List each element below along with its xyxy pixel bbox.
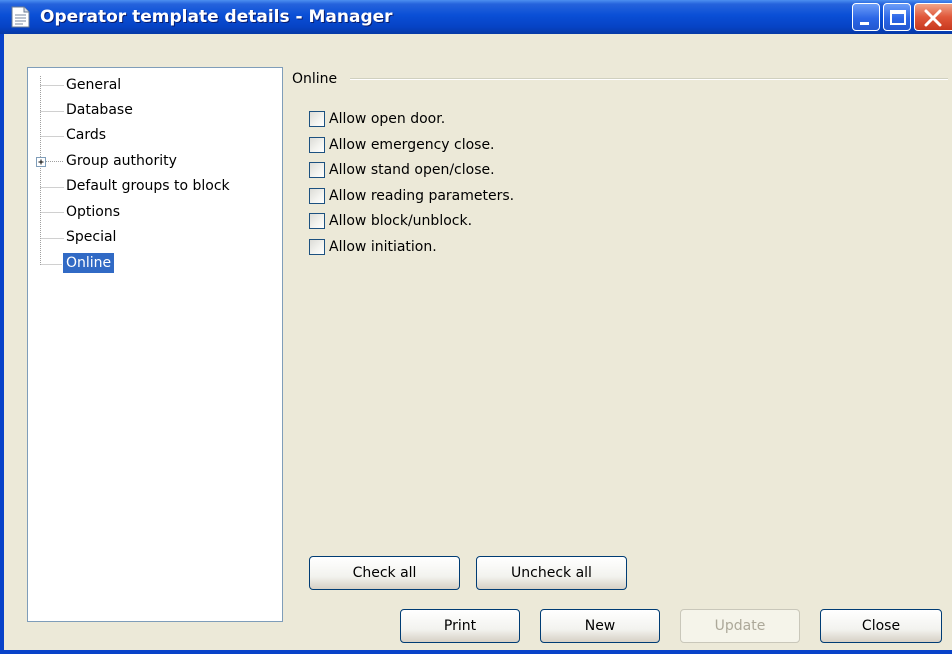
- title-bar[interactable]: Operator template details - Manager: [0, 0, 952, 34]
- tree-item-group-authority[interactable]: Group authority: [66, 151, 177, 171]
- new-button[interactable]: New: [540, 609, 660, 643]
- checkbox-box[interactable]: [309, 162, 325, 178]
- maximize-icon: [890, 10, 906, 25]
- checkbox-label[interactable]: Allow emergency close.: [329, 135, 495, 155]
- minimize-icon: [860, 22, 869, 25]
- update-button[interactable]: Update: [680, 609, 800, 643]
- checkbox-box[interactable]: [309, 188, 325, 204]
- minimize-button[interactable]: [852, 3, 880, 31]
- group-divider: [350, 78, 948, 80]
- tree-item-cards[interactable]: Cards: [66, 125, 106, 145]
- navigation-tree[interactable]: General Database Cards Group authority D…: [27, 67, 283, 622]
- tree-item-database[interactable]: Database: [66, 100, 133, 120]
- tree-item-options[interactable]: Options: [66, 202, 120, 222]
- window-title: Operator template details - Manager: [40, 7, 393, 27]
- online-group-label: Online: [292, 71, 338, 87]
- checkbox-label[interactable]: Allow block/unblock.: [329, 211, 472, 231]
- close-window-button[interactable]: [914, 3, 952, 31]
- checkbox-label[interactable]: Allow stand open/close.: [329, 160, 495, 180]
- document-icon: [11, 6, 30, 28]
- checkbox-label[interactable]: Allow initiation.: [329, 237, 437, 257]
- uncheck-all-button[interactable]: Uncheck all: [476, 556, 627, 590]
- checkbox-label[interactable]: Allow reading parameters.: [329, 186, 514, 206]
- check-all-button[interactable]: Check all: [309, 556, 460, 590]
- maximize-button[interactable]: [883, 3, 911, 31]
- checkbox-box[interactable]: [309, 213, 325, 229]
- window-border-left: [0, 34, 4, 654]
- checkbox-label[interactable]: Allow open door.: [329, 109, 445, 129]
- close-button[interactable]: Close: [820, 609, 942, 643]
- tree-item-online[interactable]: Online: [63, 253, 115, 273]
- tree-item-special[interactable]: Special: [66, 227, 116, 247]
- close-icon: [924, 9, 942, 27]
- expand-icon[interactable]: [36, 157, 46, 167]
- tree-item-general[interactable]: General: [66, 75, 121, 95]
- tree-item-default-groups-to-block[interactable]: Default groups to block: [66, 176, 230, 196]
- checkbox-box[interactable]: [309, 137, 325, 153]
- window-border-bottom: [0, 650, 952, 654]
- checkbox-box[interactable]: [309, 111, 325, 127]
- print-button[interactable]: Print: [400, 609, 520, 643]
- checkbox-box[interactable]: [309, 239, 325, 255]
